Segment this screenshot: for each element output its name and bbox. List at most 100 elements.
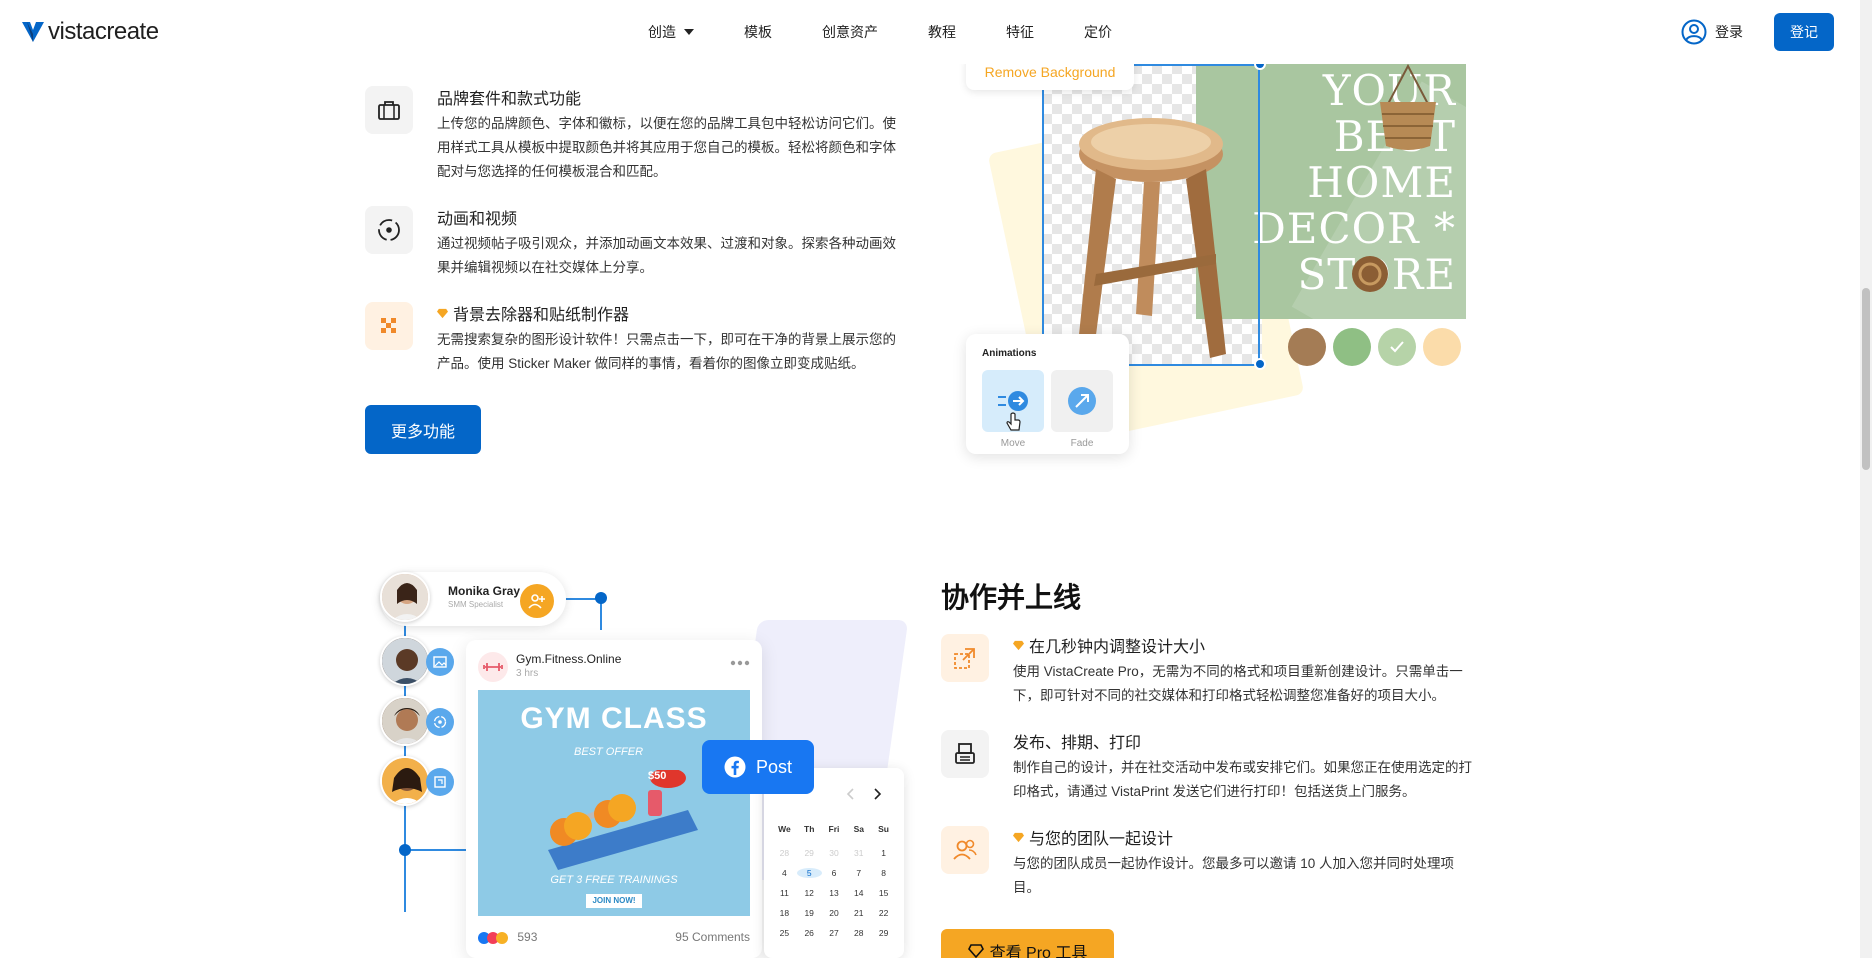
- animation-fade-label: Fade: [1070, 438, 1094, 449]
- nav-item-label: 模板: [744, 24, 772, 40]
- view-pro-tools-button[interactable]: 查看 Pro 工具: [941, 929, 1114, 958]
- login-link[interactable]: 登录: [1681, 19, 1743, 45]
- post-button-label: Post: [755, 756, 793, 777]
- calendar-day[interactable]: 28: [772, 848, 797, 858]
- scrollbar[interactable]: [1860, 0, 1872, 958]
- price-tag: $50: [648, 770, 667, 782]
- gym-subtitle: BEST OFFER: [574, 746, 644, 758]
- calendar-day-selected[interactable]: 5: [796, 868, 822, 878]
- post-time: 3 hrs: [516, 668, 539, 679]
- calendar-day[interactable]: 21: [846, 908, 871, 918]
- user-name: Monika Gray: [448, 584, 521, 598]
- avatar[interactable]: [380, 572, 430, 622]
- checker-icon: [365, 302, 413, 350]
- calendar-day[interactable]: 7: [846, 868, 871, 878]
- nav-item-assets[interactable]: 创意资产: [822, 22, 878, 42]
- calendar-day[interactable]: 1: [871, 848, 896, 858]
- feature-desc: 通过视频帖子吸引观众，并添加动画文本效果、过渡和对象。探索各种动画效 果并编辑视频…: [437, 236, 896, 275]
- calendar-day[interactable]: 20: [822, 908, 847, 918]
- animation-fade-button[interactable]: [1051, 370, 1113, 432]
- connector-dot: [595, 592, 607, 604]
- page: vistacreate 创造 模板 创意资产 教程 特征 定价 登录 登记 品牌…: [0, 0, 1872, 958]
- calendar-day[interactable]: 26: [797, 928, 822, 938]
- avatar[interactable]: [380, 756, 430, 806]
- gym-title: GYM CLASS: [520, 702, 708, 735]
- nav-item-pricing[interactable]: 定价: [1084, 22, 1112, 42]
- calendar-day[interactable]: 11: [772, 888, 797, 898]
- more-features-button[interactable]: 更多功能: [365, 405, 481, 454]
- calendar-day[interactable]: 22: [871, 908, 896, 918]
- feature-desc: 制作自己的设计，并在社交活动中发布或安排它们。如果您正在使用选定的打 印格式，请通…: [1013, 760, 1472, 799]
- calendar-day[interactable]: 27: [822, 928, 847, 938]
- chevron-right-icon[interactable]: [874, 788, 882, 800]
- signup-button[interactable]: 登记: [1774, 13, 1834, 51]
- facebook-post-button[interactable]: Post: [702, 740, 814, 794]
- calendar-day[interactable]: 29: [797, 848, 822, 858]
- feature-desc: 使用 VistaCreate Pro，无需为不同的格式和项目重新创建设计。只需单…: [1013, 664, 1463, 703]
- calendar-day[interactable]: 15: [871, 888, 896, 898]
- gym-bottom-text: GET 3 FREE TRAININGS: [550, 874, 678, 886]
- calendar-day[interactable]: 30: [822, 848, 847, 858]
- feature-desc: 上传您的品牌颜色、字体和徽标，以便在您的品牌工具包中轻松访问它们。使 用样式工具从…: [437, 116, 896, 179]
- social-post-card: Gym.Fitness.Online 3 hrs GYM CLASS BEST …: [466, 640, 762, 958]
- hand-cursor-icon: [1006, 412, 1021, 431]
- resize-handle[interactable]: [1254, 358, 1266, 370]
- color-swatch[interactable]: [1423, 328, 1461, 366]
- color-swatch[interactable]: [1333, 328, 1371, 366]
- feature-animation-video: 动画和视频 通过视频帖子吸引观众，并添加动画文本效果、过渡和对象。探索各种动画效…: [365, 206, 896, 280]
- animation-icon[interactable]: [426, 708, 454, 736]
- feature-title: 与您的团队一起设计: [1013, 826, 1454, 848]
- calendar-day[interactable]: 25: [772, 928, 797, 938]
- feature-title: 背景去除器和贴纸制作器: [437, 302, 896, 324]
- calendar-day[interactable]: 13: [822, 888, 847, 898]
- color-swatch-selected[interactable]: [1378, 328, 1416, 366]
- animations-panel: Animations Move Fade: [966, 334, 1129, 454]
- calendar-day[interactable]: 6: [822, 868, 847, 878]
- calendar-day[interactable]: 4: [772, 868, 797, 878]
- nav-item-features[interactable]: 特征: [1006, 22, 1034, 42]
- nav-item-templates[interactable]: 模板: [744, 22, 772, 42]
- feature-resize: 在几秒钟内调整设计大小 使用 VistaCreate Pro，无需为不同的格式和…: [941, 634, 1463, 708]
- post-likes: 593: [478, 930, 537, 944]
- feature-title: 动画和视频: [437, 211, 518, 228]
- wow-reaction-icon: [496, 931, 508, 944]
- calendar-weekdays: We Th Fri Sa Su: [778, 824, 890, 834]
- calendar-day[interactable]: 19: [797, 908, 822, 918]
- nav-item-tutorials[interactable]: 教程: [928, 22, 956, 42]
- calendar-day[interactable]: 29: [871, 928, 896, 938]
- color-swatch[interactable]: [1288, 328, 1326, 366]
- caret-down-icon: [684, 29, 694, 35]
- logo-mark-icon: [22, 22, 44, 42]
- image-icon[interactable]: [426, 648, 454, 676]
- avatar[interactable]: [380, 636, 430, 686]
- collaboration-illustration: Monika Gray SMM Specialist Gym.Fitness.O…: [370, 560, 910, 958]
- nav-item-label: 特征: [1006, 24, 1034, 40]
- scrollbar-thumb[interactable]: [1862, 288, 1870, 470]
- facebook-icon: [724, 756, 746, 778]
- vistacreate-logo[interactable]: vistacreate: [22, 18, 159, 46]
- more-options-icon[interactable]: [730, 660, 750, 666]
- post-comments[interactable]: 95 Comments: [675, 930, 750, 944]
- resize-icon[interactable]: [426, 768, 454, 796]
- join-now-label: JOIN NOW!: [586, 894, 642, 908]
- calendar-day[interactable]: 12: [797, 888, 822, 898]
- feature-team-design: 与您的团队一起设计 与您的团队成员一起协作设计。您最多可以邀请 10 人加入您并…: [941, 826, 1454, 900]
- calendar-day[interactable]: 8: [871, 868, 896, 878]
- feature-brand-kit: 品牌套件和款式功能 上传您的品牌颜色、字体和徽标，以便在您的品牌工具包中轻松访问…: [365, 86, 896, 184]
- connector-dot: [399, 844, 411, 856]
- selection-frame: [1042, 64, 1260, 366]
- animations-title: Animations: [982, 348, 1037, 359]
- chevron-left-icon[interactable]: [846, 788, 854, 800]
- nav-item-create[interactable]: 创造: [648, 22, 694, 42]
- avatar[interactable]: [380, 696, 430, 746]
- calendar-day[interactable]: 31: [846, 848, 871, 858]
- add-user-icon[interactable]: [520, 584, 554, 618]
- feature-background-remover: 背景去除器和贴纸制作器 无需搜索复杂的图形设计软件！只需点击一下，即可在干净的背…: [365, 302, 896, 376]
- animation-icon: [365, 206, 413, 254]
- calendar-day[interactable]: 28: [846, 928, 871, 938]
- calendar-day[interactable]: 14: [846, 888, 871, 898]
- user-circle-icon: [1681, 19, 1707, 45]
- calendar-day[interactable]: 18: [772, 908, 797, 918]
- dumbbell-icon: [478, 652, 508, 682]
- schedule-calendar: We Th Fri Sa Su 28 29 30 31 1 45678 11 12 13 14 15 1…: [764, 768, 904, 958]
